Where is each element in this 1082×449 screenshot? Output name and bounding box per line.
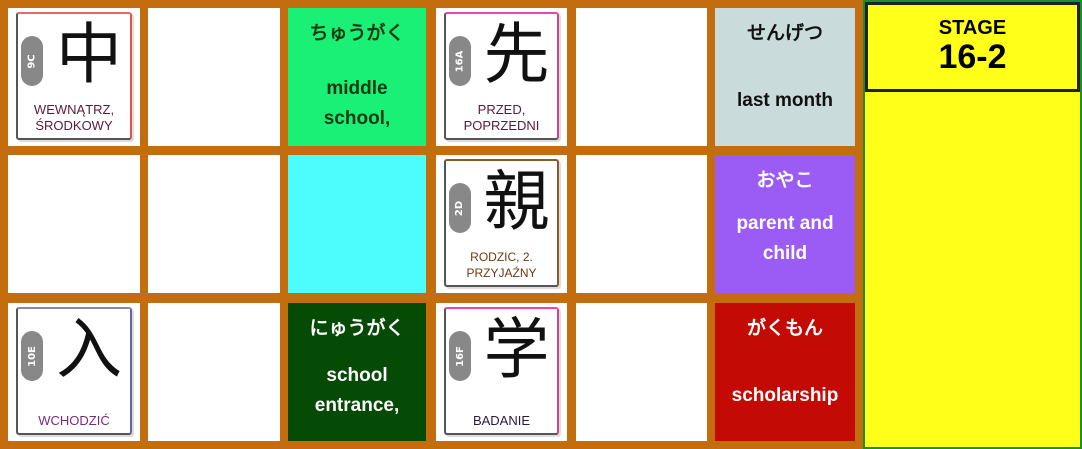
kanji-code-badge: 16F	[449, 331, 471, 381]
kanji-meaning-line2: POPRZEDNI	[463, 118, 540, 133]
kanji-character: 学	[483, 311, 550, 388]
stage-panel: STAGE 16-2	[863, 0, 1082, 449]
vocab-kana: がくもん	[746, 318, 823, 339]
stage-number: 16-2	[938, 38, 1007, 76]
vocab-meaning-line1: middle	[326, 78, 388, 99]
empty-cell[interactable]	[576, 8, 707, 146]
kanji-meaning-line1: WEWNĄTRZ,	[33, 102, 115, 117]
vocab-meaning-line1: school	[326, 365, 388, 386]
kanji-code-badge: 10E	[21, 331, 43, 381]
kanji-card[interactable]: 2D 親 RODZIC, 2. PRZYJAŹNY	[444, 159, 559, 287]
kanji-code: 16A	[454, 50, 466, 72]
vocab-meaning-line2: entrance,	[314, 395, 400, 416]
empty-cell[interactable]	[576, 303, 707, 441]
kanji-meaning: WCHODZIĆ	[18, 413, 130, 429]
vocab-card[interactable]: ちゅうがく middle school,	[288, 8, 426, 146]
kanji-card-cell[interactable]: 16F 学 BADANIE	[436, 303, 567, 441]
kanji-code: 2D	[454, 200, 466, 216]
stage-header: STAGE 16-2	[865, 2, 1080, 92]
vocab-meaning-line1: parent and	[736, 213, 834, 234]
kanji-meaning-line1: WCHODZIĆ	[38, 413, 110, 428]
kanji-code: 9C	[26, 53, 38, 69]
kanji-meaning: BADANIE	[446, 413, 557, 429]
kanji-meaning-line1: RODZIC, 2.	[470, 250, 533, 264]
kanji-meaning: RODZIC, 2. PRZYJAŹNY	[446, 249, 557, 281]
kanji-meaning-line1: BADANIE	[472, 413, 531, 428]
kanji-code: 16F	[454, 345, 466, 367]
vocab-meaning-line2: school,	[323, 108, 391, 129]
kanji-character: 中	[56, 16, 122, 93]
vocab-meaning-line1: scholarship	[731, 385, 839, 406]
kanji-character: 先	[483, 16, 550, 93]
kanji-meaning: PRZED, POPRZEDNI	[446, 102, 557, 134]
kanji-card-cell[interactable]: 9C 中 WEWNĄTRZ, ŚRODKOWY	[8, 8, 140, 146]
kanji-meaning-line2: ŚRODKOWY	[35, 118, 113, 133]
vocab-card[interactable]: にゅうがく school entrance,	[288, 303, 426, 441]
vocab-kana: ちゅうがく	[309, 23, 405, 44]
kanji-meaning: WEWNĄTRZ, ŚRODKOWY	[18, 102, 130, 134]
kanji-card[interactable]: 16A 先 PRZED, POPRZEDNI	[444, 12, 559, 140]
kanji-code: 10E	[26, 345, 38, 367]
kanji-code-badge: 2D	[449, 183, 471, 233]
vocab-card[interactable]: がくもん scholarship	[715, 303, 855, 441]
kanji-card[interactable]: 16F 学 BADANIE	[444, 307, 559, 435]
vocab-card[interactable]: おやこ parent and child	[715, 155, 855, 293]
kanji-card-cell[interactable]: 16A 先 PRZED, POPRZEDNI	[436, 8, 567, 146]
vocab-kana: おやこ	[756, 170, 814, 191]
empty-cell[interactable]	[148, 8, 280, 146]
kanji-character: 入	[56, 311, 122, 388]
vocab-meaning-line1: last month	[736, 90, 834, 111]
kanji-card[interactable]: 10E 入 WCHODZIĆ	[16, 307, 132, 435]
vocab-kana: にゅうがく	[309, 318, 405, 339]
kanji-card-cell[interactable]: 10E 入 WCHODZIĆ	[8, 303, 140, 441]
empty-cell[interactable]	[576, 155, 707, 293]
stage-label: STAGE	[938, 17, 1007, 39]
kanji-code-badge: 16A	[449, 36, 471, 86]
kanji-meaning-line2: PRZYJAŹNY	[466, 266, 537, 280]
empty-cell[interactable]	[8, 155, 140, 293]
kanji-card[interactable]: 9C 中 WEWNĄTRZ, ŚRODKOWY	[16, 12, 132, 140]
empty-cell-highlighted[interactable]	[288, 155, 426, 293]
kanji-code-badge: 9C	[21, 36, 43, 86]
empty-cell[interactable]	[148, 303, 280, 441]
vocab-card[interactable]: せんげつ last month	[715, 8, 855, 146]
kanji-character: 親	[483, 163, 550, 240]
vocab-kana: せんげつ	[746, 23, 823, 44]
empty-cell[interactable]	[148, 155, 280, 293]
kanji-card-cell[interactable]: 2D 親 RODZIC, 2. PRZYJAŹNY	[436, 155, 567, 293]
kanji-meaning-line1: PRZED,	[477, 102, 526, 117]
vocab-meaning-line2: child	[762, 243, 808, 264]
